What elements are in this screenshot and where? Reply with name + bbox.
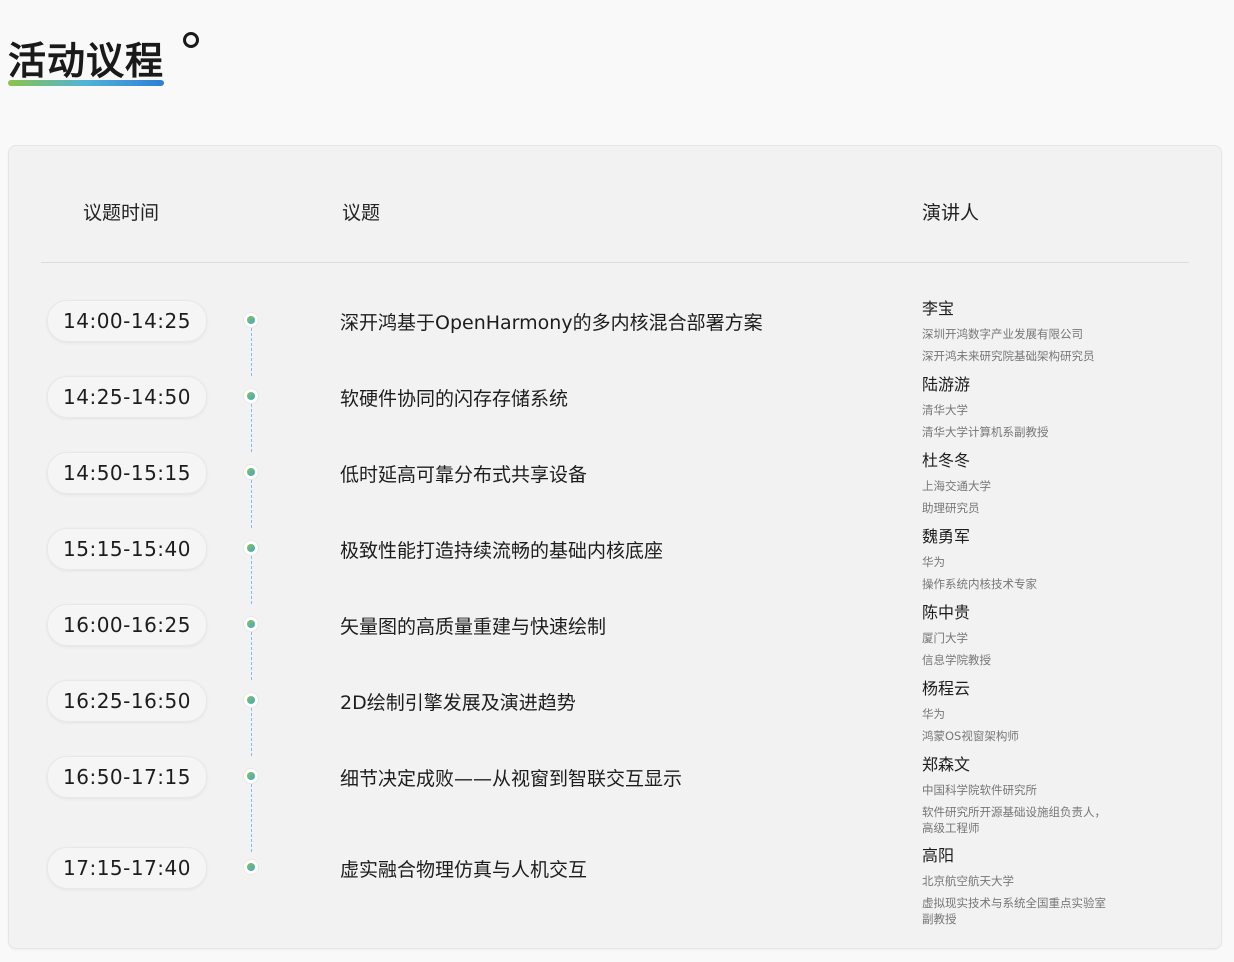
speaker-role: 深开鸿未来研究院基础架构研究员 [922, 349, 1095, 363]
agenda-row: 14:25-14:50 软硬件协同的闪存存储系统 陆游游 清华大学 清华大学计算… [9, 375, 1221, 439]
title-underline [8, 80, 165, 86]
topic-title: 深开鸿基于OpenHarmony的多内核混合部署方案 [340, 312, 763, 334]
speaker-role: 鸿蒙OS视窗架构师 [922, 729, 1019, 743]
speaker-name: 李宝 [922, 299, 955, 318]
time-pill: 15:15-15:40 [47, 528, 207, 570]
timeline-dot-icon [244, 769, 258, 783]
agenda-row: 15:15-15:40 极致性能打造持续流畅的基础内核底座 魏勇军 华为 操作系… [9, 527, 1221, 591]
speaker-role: 清华大学计算机系副教授 [922, 425, 1049, 439]
speaker-name: 魏勇军 [922, 527, 971, 546]
speaker-role-cont: 副教授 [922, 912, 957, 926]
time-pill: 16:00-16:25 [47, 604, 207, 646]
speaker-role: 信息学院教授 [922, 653, 991, 667]
header-divider [41, 262, 1189, 263]
agenda-row: 16:50-17:15 细节决定成败——从视窗到智联交互显示 郑森文 中国科学院… [9, 755, 1221, 835]
speaker-name: 杨程云 [922, 679, 971, 698]
speaker-info: 郑森文 中国科学院软件研究所 软件研究所开源基础设施组负责人， 高级工程师 [922, 754, 1202, 836]
speaker-role: 软件研究所开源基础设施组负责人， [922, 805, 1106, 819]
agenda-row: 17:15-17:40 虚实融合物理仿真与人机交互 高阳 北京航空航天大学 虚拟… [9, 846, 1221, 926]
speaker-role-cont: 高级工程师 [922, 821, 980, 835]
speaker-org: 上海交通大学 [922, 479, 991, 493]
speaker-org: 清华大学 [922, 403, 968, 417]
speaker-name: 陆游游 [922, 375, 971, 394]
topic-title: 2D绘制引擎发展及演进趋势 [340, 692, 576, 714]
topic-title: 虚实融合物理仿真与人机交互 [340, 859, 588, 881]
timeline-dot-icon [244, 541, 258, 555]
header-time: 议题时间 [83, 202, 160, 224]
speaker-org: 深圳开鸿数字产业发展有限公司 [922, 327, 1083, 341]
speaker-role: 虚拟现实技术与系统全国重点实验室 [922, 896, 1106, 910]
speaker-role: 操作系统内核技术专家 [922, 577, 1037, 591]
agenda-row: 14:50-15:15 低时延高可靠分布式共享设备 杜冬冬 上海交通大学 助理研… [9, 451, 1221, 515]
timeline-dot-icon [244, 693, 258, 707]
topic-title: 低时延高可靠分布式共享设备 [340, 464, 588, 486]
time-pill: 14:25-14:50 [47, 376, 207, 418]
speaker-info: 陆游游 清华大学 清华大学计算机系副教授 [922, 374, 1202, 440]
agenda-card: 议题时间 议题 演讲人 14:00-14:25 深开鸿基于OpenHarmony… [8, 145, 1222, 949]
speaker-org: 厦门大学 [922, 631, 968, 645]
title-dot-icon [183, 32, 199, 48]
speaker-name: 杜冬冬 [922, 451, 971, 470]
speaker-info: 陈中贵 厦门大学 信息学院教授 [922, 602, 1202, 668]
topic-title: 软硬件协同的闪存存储系统 [340, 388, 569, 410]
agenda-row: 16:25-16:50 2D绘制引擎发展及演进趋势 杨程云 华为 鸿蒙OS视窗架… [9, 679, 1221, 743]
speaker-info: 杨程云 华为 鸿蒙OS视窗架构师 [922, 678, 1202, 744]
speaker-org: 北京航空航天大学 [922, 874, 1014, 888]
speaker-name: 陈中贵 [922, 603, 971, 622]
topic-title: 极致性能打造持续流畅的基础内核底座 [340, 540, 664, 562]
timeline-dot-icon [244, 860, 258, 874]
speaker-role: 助理研究员 [922, 501, 980, 515]
topic-title: 细节决定成败——从视窗到智联交互显示 [340, 768, 683, 790]
time-pill: 16:50-17:15 [47, 756, 207, 798]
header-speaker: 演讲人 [922, 202, 980, 224]
agenda-row: 16:00-16:25 矢量图的高质量重建与快速绘制 陈中贵 厦门大学 信息学院… [9, 603, 1221, 667]
time-pill: 16:25-16:50 [47, 680, 207, 722]
page-title-wrap: 活动议程 [8, 32, 199, 86]
header-topic: 议题 [342, 202, 381, 224]
time-pill: 17:15-17:40 [47, 847, 207, 889]
timeline-dot-icon [244, 617, 258, 631]
speaker-info: 魏勇军 华为 操作系统内核技术专家 [922, 526, 1202, 592]
speaker-info: 高阳 北京航空航天大学 虚拟现实技术与系统全国重点实验室 副教授 [922, 845, 1202, 927]
speaker-name: 高阳 [922, 846, 955, 865]
time-pill: 14:50-15:15 [47, 452, 207, 494]
page-title: 活动议程 [8, 36, 165, 86]
speaker-info: 李宝 深圳开鸿数字产业发展有限公司 深开鸿未来研究院基础架构研究员 [922, 298, 1202, 364]
speaker-org: 华为 [922, 707, 945, 721]
timeline-dot-icon [244, 389, 258, 403]
time-pill: 14:00-14:25 [47, 300, 207, 342]
speaker-org: 华为 [922, 555, 945, 569]
agenda-row: 14:00-14:25 深开鸿基于OpenHarmony的多内核混合部署方案 李… [9, 299, 1221, 363]
page-title-text: 活动议程 [8, 39, 165, 83]
speaker-info: 杜冬冬 上海交通大学 助理研究员 [922, 450, 1202, 516]
timeline-dot-icon [244, 313, 258, 327]
topic-title: 矢量图的高质量重建与快速绘制 [340, 616, 607, 638]
speaker-org: 中国科学院软件研究所 [922, 783, 1037, 797]
speaker-name: 郑森文 [922, 755, 971, 774]
timeline-dot-icon [244, 465, 258, 479]
